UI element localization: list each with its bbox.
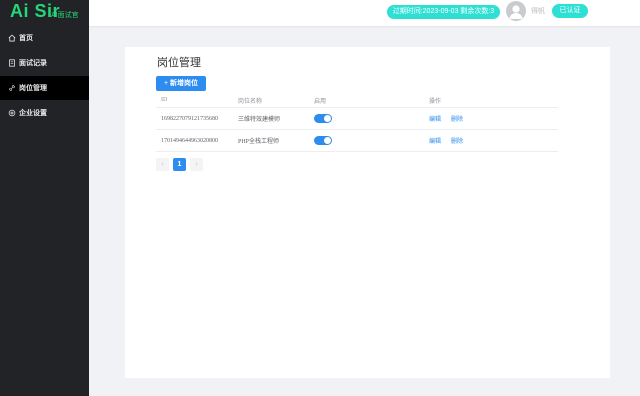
job-name-cell: 三维特效建模师 [238,117,281,123]
page-number-button[interactable]: 1 [173,158,186,171]
home-icon [8,34,16,42]
delete-link[interactable]: 删除 [451,114,463,123]
edit-link[interactable]: 编辑 [429,114,441,123]
edit-link[interactable]: 编辑 [429,136,441,145]
plus-icon: + [163,80,169,87]
column-header-job-name: 岗位名称 [238,98,263,105]
delete-link[interactable]: 删除 [451,136,463,145]
enabled-cell [314,108,332,129]
sidebar-item-home[interactable]: 首页 [0,26,89,50]
sidebar-item-label: 面试记录 [19,60,47,67]
column-header-actions: 操作 [429,98,442,105]
column-header-id: ID [161,97,168,103]
link-icon [8,84,16,92]
expiry-status-badge: 过期时间:2023-09-03 剩余次数:3 [387,5,500,19]
sidebar-item-label: 首页 [19,35,33,42]
sidebar-item-label: 企业设置 [19,110,47,117]
top-bar: 过期时间:2023-09-03 剩余次数:3 得帆 已认证 [89,0,640,26]
enabled-cell [314,130,332,151]
add-job-button-label: 新增岗位 [170,80,199,87]
prev-page-button[interactable]: ‹ [156,158,169,171]
toggle-knob [324,115,331,122]
user-name[interactable]: 得帆 [531,7,545,16]
toggle-knob [324,137,331,144]
logo-subtitle: AI面试官 [51,12,79,19]
table-header: ID 岗位名称 启用 操作 [156,93,558,108]
logo[interactable]: Ai Sir AI面试官 [0,0,89,26]
gear-icon [8,109,16,117]
sidebar-item-job-management[interactable]: 岗位管理 [0,76,89,100]
job-name-cell: PHP全栈工程师 [238,139,280,145]
column-header-enabled: 启用 [314,98,327,105]
avatar[interactable] [506,1,526,21]
user-icon [509,5,523,19]
verified-badge: 已认证 [552,4,588,18]
sidebar: Ai Sir AI面试官 首页 面试记录 岗位管理 企业设置 [0,0,89,396]
actions-cell: 编辑 删除 [429,130,473,151]
sidebar-item-label: 岗位管理 [19,85,47,92]
enabled-toggle[interactable] [314,136,332,145]
job-id-cell: 1701494644963020800 [161,137,218,144]
job-management-panel: 岗位管理 + 新增岗位 ID 岗位名称 启用 操作 169822707912173… [125,47,610,378]
page-title: 岗位管理 [157,57,201,69]
job-table: ID 岗位名称 启用 操作 1698227079121735680 三维特效建模… [156,93,558,152]
table-row: 1701494644963020800 PHP全栈工程师 编辑 删除 [156,130,558,152]
document-icon [8,59,16,67]
enabled-toggle[interactable] [314,114,332,123]
sidebar-item-interview-records[interactable]: 面试记录 [0,51,89,75]
sidebar-item-company-settings[interactable]: 企业设置 [0,101,89,125]
add-job-button[interactable]: + 新增岗位 [156,76,206,91]
table-row: 1698227079121735680 三维特效建模师 编辑 删除 [156,108,558,130]
actions-cell: 编辑 删除 [429,108,473,129]
pagination: ‹ 1 › [156,158,203,172]
next-page-button[interactable]: › [190,158,203,171]
job-id-cell: 1698227079121735680 [161,115,218,122]
